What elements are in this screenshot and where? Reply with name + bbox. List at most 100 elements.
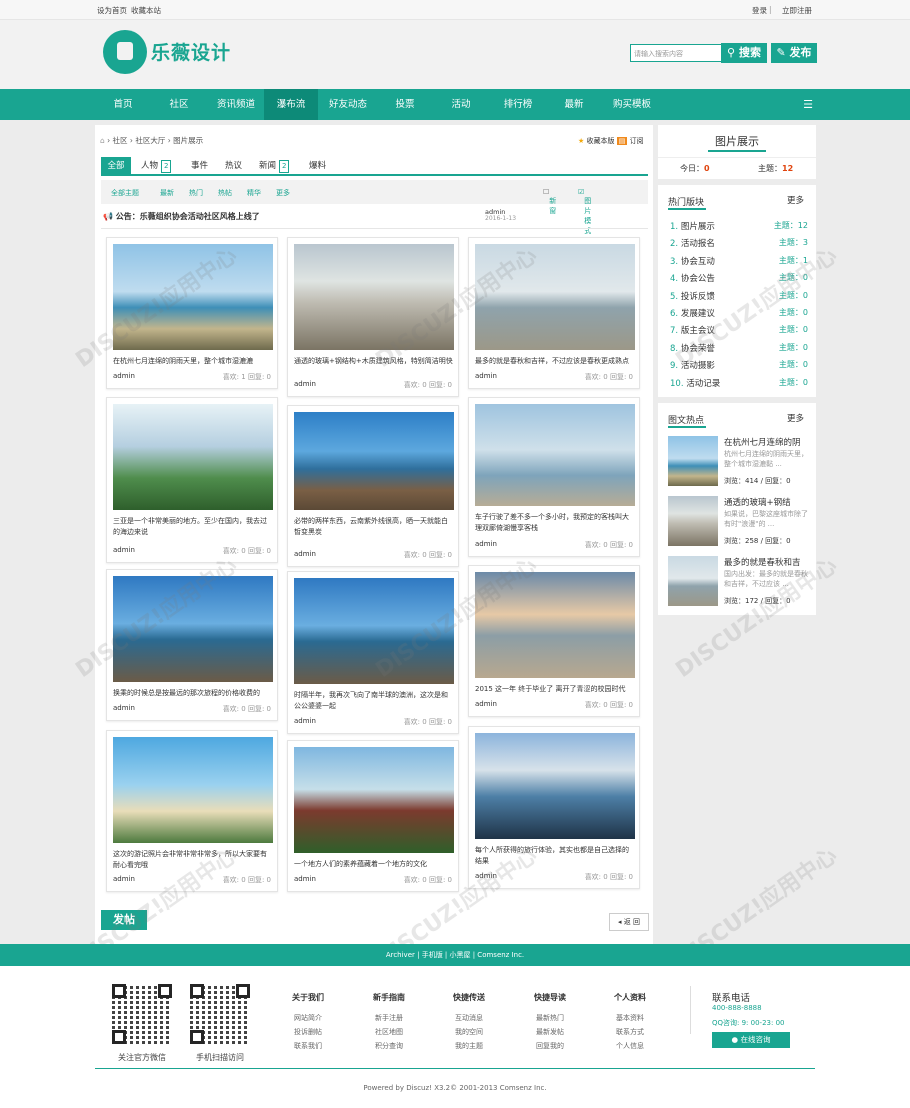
bookmark-forum-link[interactable]: 收藏本版 — [587, 137, 615, 145]
card-photo[interactable] — [294, 747, 454, 853]
card-caption[interactable]: 换乘的时候总是按最远的那次旅程的价格收费的 — [113, 688, 273, 699]
subscribe-link[interactable]: 订阅 — [630, 137, 644, 145]
card-author[interactable]: admin — [475, 540, 497, 548]
card-photo[interactable] — [475, 404, 635, 506]
tab-breaking[interactable]: 爆料 — [309, 157, 326, 175]
online-consult-button[interactable]: ● 在线咨询 — [712, 1032, 790, 1048]
card-caption[interactable]: 时隔半年，我再次飞向了南半球的澳洲，这次是和公公婆婆一起 — [294, 690, 454, 712]
nav-friends[interactable]: 好友动态 — [322, 89, 374, 120]
nav-home[interactable]: 首页 — [101, 89, 145, 120]
filter-all-topics[interactable]: 全部主题 — [111, 188, 139, 198]
card-author[interactable]: admin — [113, 875, 135, 883]
nav-news[interactable]: 资讯频道 — [212, 89, 260, 120]
hot-forum-item[interactable]: 2. 活动报名 主题：3 — [670, 237, 808, 249]
footer-link[interactable]: 联系我们 — [278, 1039, 338, 1053]
footer-link[interactable]: 投诉删帖 — [278, 1025, 338, 1039]
card-caption[interactable]: 2015 这一年 终于毕业了 离开了青涩的校园时代 — [475, 684, 635, 695]
tab-all[interactable]: 全部 — [101, 157, 131, 175]
card-author[interactable]: admin — [294, 380, 316, 388]
new-window-checkbox[interactable]: ☐ 新窗 — [543, 188, 556, 215]
card-author[interactable]: admin — [113, 372, 135, 380]
footer-column: 快捷导读 最新热门 最新发帖 回复我的 — [520, 992, 580, 1053]
nav-waterfall[interactable]: 瀑布流 — [264, 89, 318, 120]
footer-link[interactable]: 最新热门 — [520, 1011, 580, 1025]
crumb-hall[interactable]: 社区大厅 — [135, 136, 165, 145]
footer-link[interactable]: 联系方式 — [600, 1025, 660, 1039]
announcement[interactable]: 📢 公告：乐薇组织协会活动社区风格上线了 — [103, 211, 260, 222]
nav-latest[interactable]: 最新 — [554, 89, 594, 120]
card-author[interactable]: admin — [475, 372, 497, 380]
card-photo[interactable] — [475, 733, 635, 839]
hot-forum-item[interactable]: 1. 图片展示 主题：12 — [670, 220, 808, 232]
filter-more[interactable]: 更多 — [276, 188, 290, 198]
card-author[interactable]: admin — [475, 700, 497, 708]
footer-link[interactable]: 基本资料 — [600, 1011, 660, 1025]
home-icon[interactable]: ⌂ — [100, 136, 105, 145]
site-logo[interactable]: 乐薇设计 — [103, 30, 253, 74]
bookmark-site-link[interactable]: 收藏本站 — [131, 5, 161, 16]
card-author[interactable]: admin — [113, 546, 135, 554]
card-photo[interactable] — [294, 412, 454, 510]
footer-link[interactable]: 积分查询 — [359, 1039, 419, 1053]
crumb-current[interactable]: 图片展示 — [173, 136, 203, 145]
footer-link[interactable]: 社区地图 — [359, 1025, 419, 1039]
hot-forums-more[interactable]: 更多 — [787, 194, 804, 206]
card-author[interactable]: admin — [113, 704, 135, 712]
nav-community[interactable]: 社区 — [157, 89, 201, 120]
card-caption[interactable]: 在杭州七月连绵的阴雨天里，整个城市湿漉漉 — [113, 356, 273, 367]
card-photo[interactable] — [113, 404, 273, 510]
footer-link[interactable]: 我的空间 — [439, 1025, 499, 1039]
card-caption[interactable]: 必带的两样东西，云南紫外线很高，晒一天就能白皙变黑炭 — [294, 516, 454, 538]
card-caption[interactable]: 最多的就是春秋和吉祥，不过应该是春秋更成熟点 — [475, 356, 635, 367]
pic-title[interactable]: 通透的玻璃+钢结 — [724, 496, 810, 508]
card-caption[interactable]: 通透的玻璃+钢结构+木质建筑风格，特别简洁明快 — [294, 356, 454, 367]
card-author[interactable]: admin — [294, 717, 316, 725]
filter-hot-posts[interactable]: 热帖 — [218, 188, 232, 198]
tab-people[interactable]: 人物 2 — [141, 157, 172, 175]
hot-forum-item[interactable]: 10. 活动记录 主题：0 — [670, 377, 808, 389]
card-caption[interactable]: 三亚是一个非常美丽的地方。至少在国内，我去过的海边来说 — [113, 516, 273, 538]
nav-ranking[interactable]: 排行榜 — [494, 89, 542, 120]
footer-link[interactable]: 最新发帖 — [520, 1025, 580, 1039]
pic-hot-more[interactable]: 更多 — [787, 412, 804, 424]
footer-link[interactable]: 我的主题 — [439, 1039, 499, 1053]
card-caption[interactable]: 一个地方人们的素养蕴藏着一个地方的文化 — [294, 859, 454, 870]
filter-digest[interactable]: 精华 — [247, 188, 261, 198]
photo-card[interactable]: 三亚是一个非常美丽的地方。至少在国内，我去过的海边来说 admin 喜欢: 0 回复… — [106, 397, 278, 563]
card-photo[interactable] — [113, 737, 273, 843]
search-button[interactable]: ⚲ 搜索 — [721, 43, 767, 63]
tab-news[interactable]: 新闻 2 — [259, 157, 290, 175]
photo-card[interactable]: 必带的两样东西，云南紫外线很高，晒一天就能白皙变黑炭 admin 喜欢: 0 回复:… — [287, 405, 459, 567]
tab-hot[interactable]: 热议 — [225, 157, 242, 175]
card-author[interactable]: admin — [294, 875, 316, 883]
card-author[interactable]: admin — [294, 550, 316, 558]
nav-vote[interactable]: 投票 — [384, 89, 426, 120]
card-caption[interactable]: 车子行驶了差不多一个多小时，我预定的客栈叫大理双廊倚湖慢享客栈 — [475, 512, 635, 534]
pic-title[interactable]: 在杭州七月连绵的阴 — [724, 436, 810, 448]
back-button[interactable]: ◂ 返 回 — [609, 913, 649, 931]
set-homepage-link[interactable]: 设为首页 — [97, 5, 127, 16]
footer-link[interactable]: 回复我的 — [520, 1039, 580, 1053]
footer-link[interactable]: 互动消息 — [439, 1011, 499, 1025]
publish-button[interactable]: ✎ 发布 — [771, 43, 817, 63]
filter-latest[interactable]: 最新 — [160, 188, 174, 198]
filter-popular[interactable]: 热门 — [189, 188, 203, 198]
nav-activity[interactable]: 活动 — [440, 89, 482, 120]
crumb-community[interactable]: 社区 — [113, 136, 128, 145]
card-stats: 喜欢: 0 回复: 0 — [403, 876, 452, 884]
footer-link[interactable]: 个人信息 — [600, 1039, 660, 1053]
photo-card[interactable]: 一个地方人们的素养蕴藏着一个地方的文化 admin 喜欢: 0 回复: 0 — [287, 740, 459, 892]
register-link[interactable]: 立即注册 — [782, 5, 812, 16]
login-link[interactable]: 登录 — [752, 5, 767, 16]
pic-thumb[interactable] — [668, 496, 718, 546]
pic-thumb[interactable] — [668, 556, 718, 606]
pic-thumb[interactable] — [668, 436, 718, 486]
pic-mode-checkbox[interactable]: ☑ 图片模式 — [578, 188, 591, 235]
menu-icon[interactable]: ☰ — [796, 89, 820, 120]
footer-link[interactable]: 新手注册 — [359, 1011, 419, 1025]
photo-card[interactable]: 车子行驶了差不多一个多小时，我预定的客栈叫大理双廊倚湖慢享客栈 admin 喜欢: … — [468, 397, 640, 557]
footer-link[interactable]: 网站简介 — [278, 1011, 338, 1025]
tab-events[interactable]: 事件 — [191, 157, 208, 175]
nav-buy-template[interactable]: 购买模板 — [604, 89, 660, 120]
search-input[interactable]: 请输入搜索内容 — [630, 44, 722, 62]
